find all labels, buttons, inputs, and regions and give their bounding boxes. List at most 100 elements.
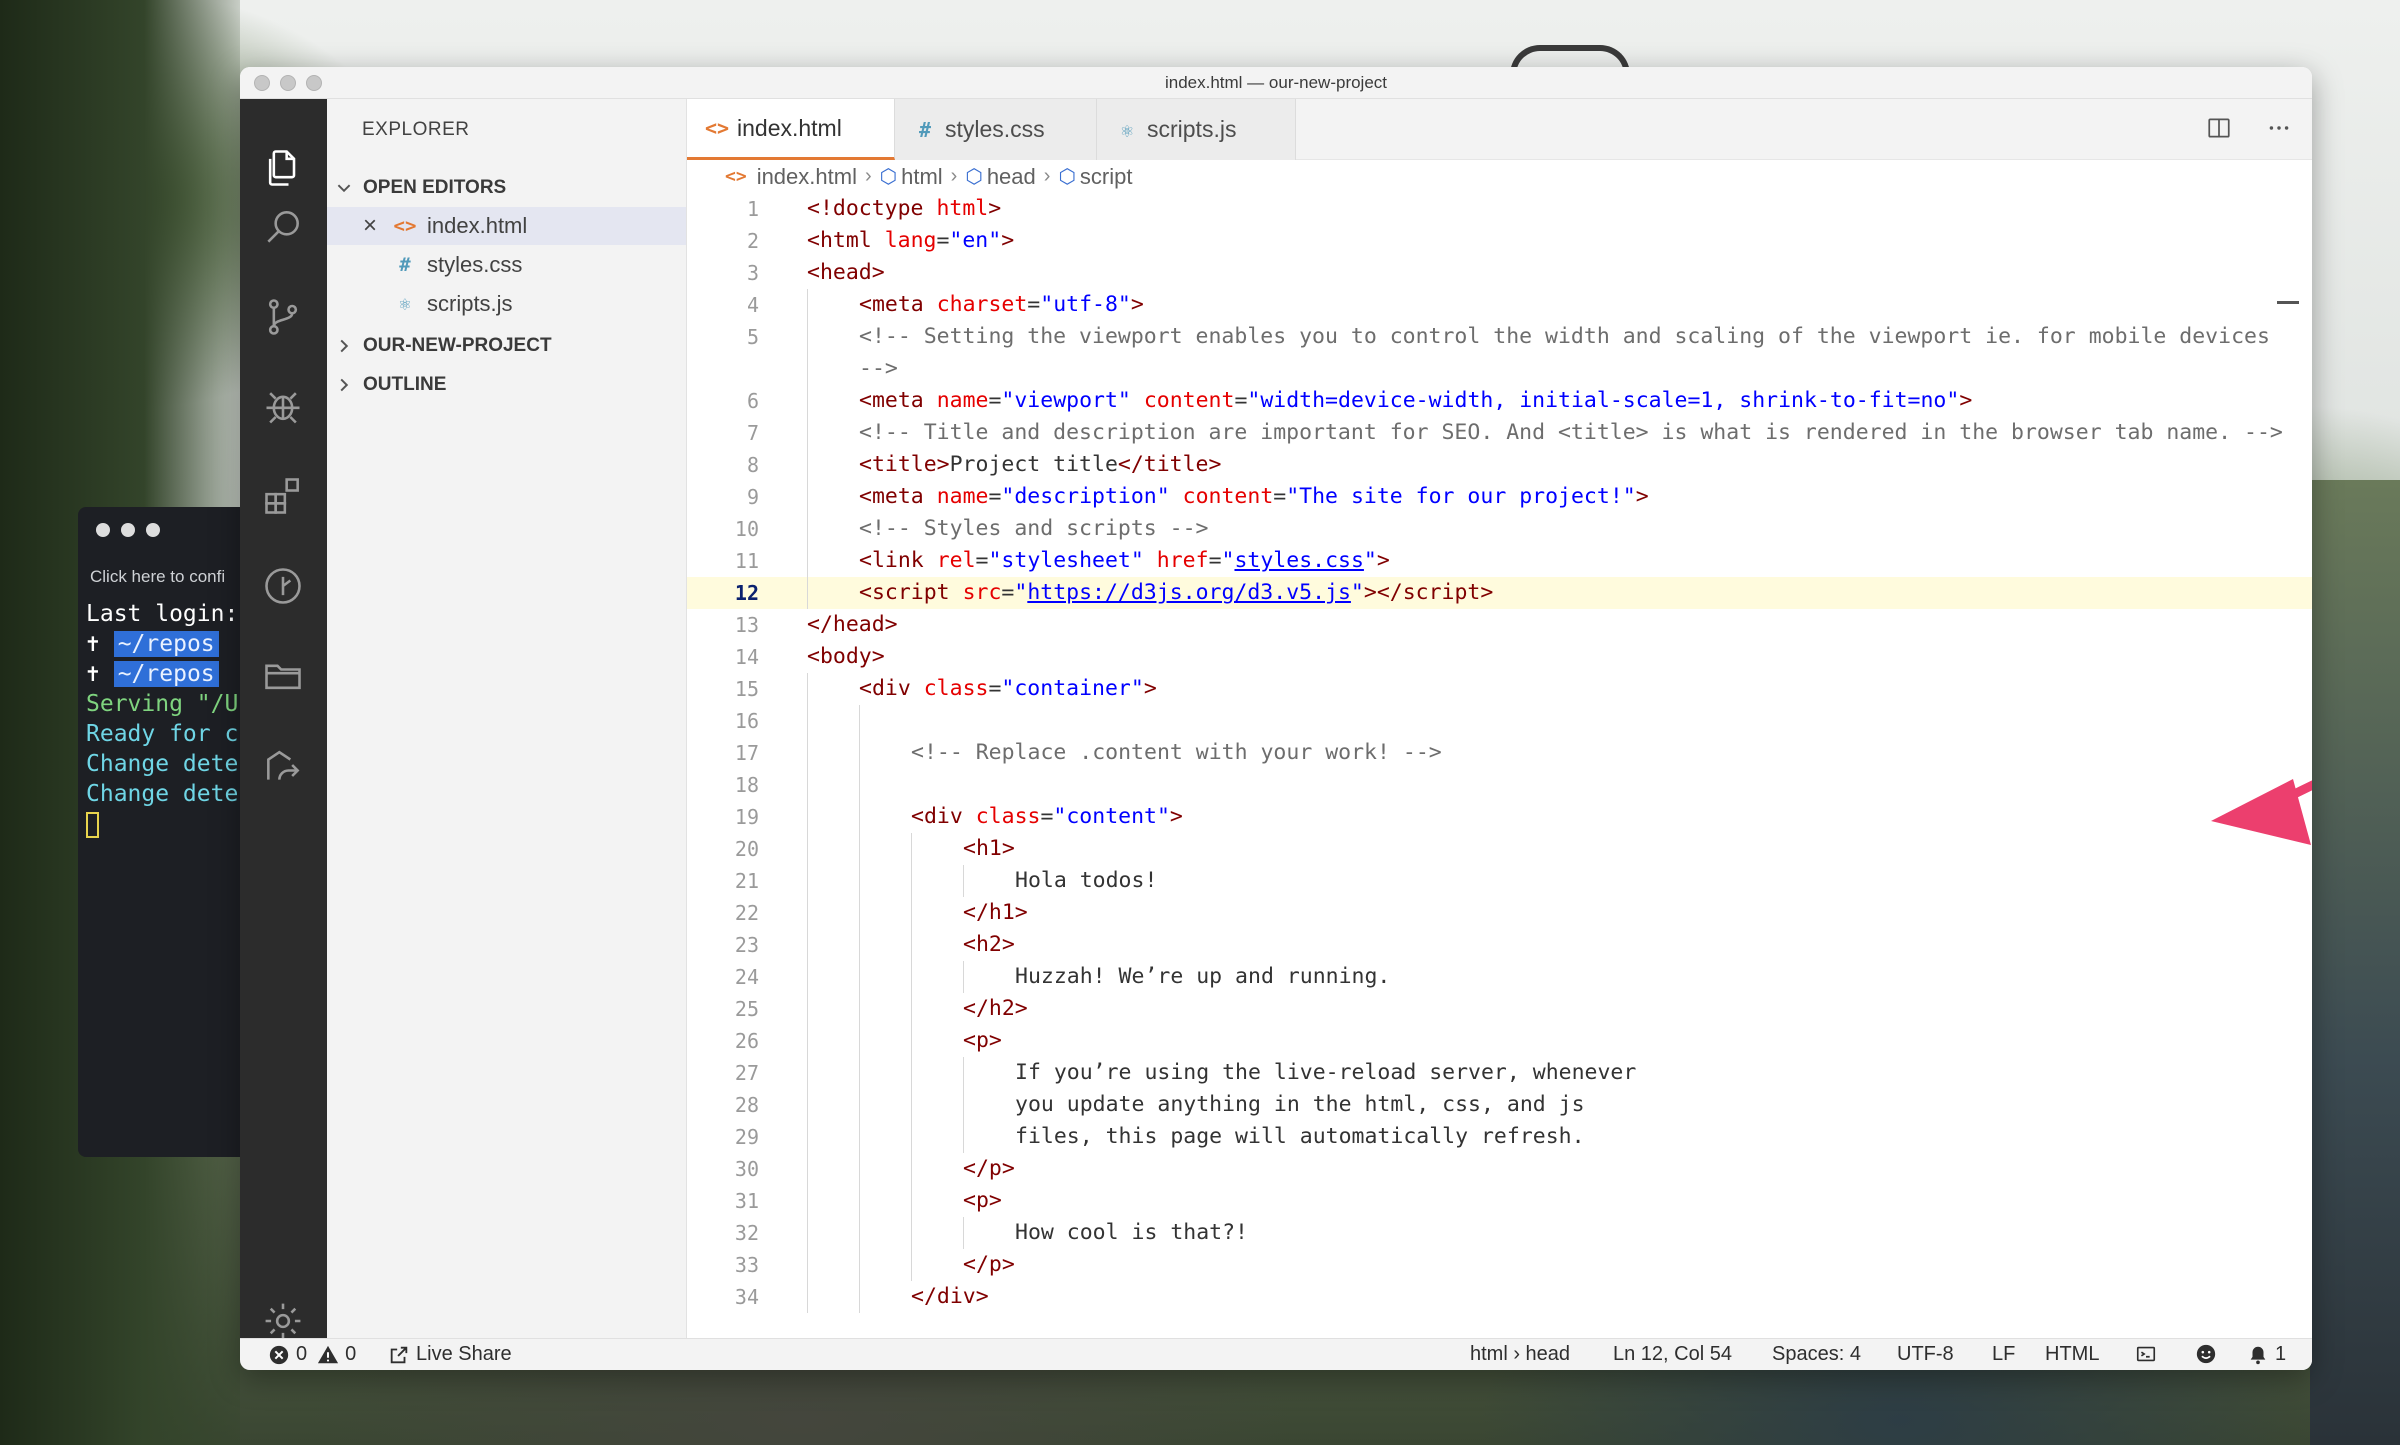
terminal-toggle[interactable] (2135, 1343, 2163, 1365)
folder-icon[interactable] (260, 652, 306, 698)
line-number: 15 (734, 677, 759, 701)
terminal-prompt: ✝ (86, 661, 114, 687)
tab-index-html[interactable]: <> index.html (687, 99, 895, 160)
code-line[interactable]: 17 <!-- Replace .content with your work! … (687, 737, 2312, 769)
terminal-line: Ready for ch (86, 721, 253, 747)
code-line[interactable]: 8 <title>Project title</title> (687, 449, 2312, 481)
editor-tabs: <> index.html # styles.css ⚛ scripts.js (687, 99, 2312, 160)
title-bar[interactable]: index.html — our-new-project (240, 67, 2312, 99)
code-line[interactable]: 31 <p> (687, 1185, 2312, 1217)
problems-indicator[interactable]: 0 0 (268, 1343, 356, 1366)
code-line[interactable]: --> (687, 353, 2312, 385)
tab-scripts-js[interactable]: ⚛ scripts.js (1097, 99, 1296, 160)
status-language[interactable]: HTML (2045, 1343, 2099, 1366)
code-line[interactable]: 5 <!-- Setting the viewport enables you t… (687, 321, 2312, 353)
code-line-current[interactable]: 12 <script src="https://d3js.org/d3.v5.js… (687, 577, 2312, 609)
breadcrumb-script[interactable]: script (1080, 164, 1133, 190)
code-line[interactable]: 15 <div class="container"> (687, 673, 2312, 705)
close-icon[interactable]: × (363, 212, 377, 240)
code-line[interactable]: 24 Huzzah! We’re up and running. (687, 961, 2312, 993)
line-number: 2 (746, 229, 759, 253)
element-cube-icon: ⬡ (1058, 166, 1076, 188)
open-editor-item-styles-css[interactable]: # styles.css (327, 246, 686, 284)
code-line[interactable]: 21 Hola todos! (687, 865, 2312, 897)
outline-section[interactable]: OUTLINE (327, 366, 686, 404)
status-eol[interactable]: LF (1992, 1343, 2015, 1366)
vscode-window[interactable]: index.html — our-new-project EXPLORER OP… (240, 67, 2312, 1370)
live-share-icon[interactable] (260, 742, 306, 788)
terminal-hint[interactable]: Click here to confi (90, 567, 225, 587)
git-history-icon[interactable] (260, 563, 306, 609)
line-number: 20 (734, 837, 759, 861)
code-line[interactable]: 1 <!doctype html> (687, 193, 2312, 225)
split-editor-icon[interactable] (2206, 115, 2232, 141)
notifications-button[interactable]: 1 (2247, 1343, 2286, 1366)
annotation-arrow-icon (2211, 779, 2312, 845)
code-line[interactable]: 19 <div class="content"> (687, 801, 2312, 833)
code-line[interactable]: 30 </p> (687, 1153, 2312, 1185)
line-number: 10 (734, 517, 759, 541)
code-line[interactable]: 28 you update anything in the html, css, … (687, 1089, 2312, 1121)
code-line[interactable]: 25 </h2> (687, 993, 2312, 1025)
code-line[interactable]: 34 </div> (687, 1281, 2312, 1313)
desktop-background-right (2310, 480, 2400, 1445)
code-line[interactable]: 10 <!-- Styles and scripts --> (687, 513, 2312, 545)
status-indentation[interactable]: Spaces: 4 (1772, 1343, 1861, 1366)
line-number: 30 (734, 1157, 759, 1181)
code-line[interactable]: 3 <head> (687, 257, 2312, 289)
code-line[interactable]: 27 If you’re using the live-reload server… (687, 1057, 2312, 1089)
code-line[interactable]: 11 <link rel="stylesheet" href="styles.cs… (687, 545, 2312, 577)
code-line[interactable]: 4 <meta charset="utf-8"> (687, 289, 2312, 321)
code-line[interactable]: 18 (687, 769, 2312, 801)
explorer-title: EXPLORER (362, 119, 470, 140)
code-line[interactable]: 2 <html lang="en"> (687, 225, 2312, 257)
code-line[interactable]: 32 How cool is that?! (687, 1217, 2312, 1249)
code-line[interactable]: 14 <body> (687, 641, 2312, 673)
open-editor-item-scripts-js[interactable]: ⚛ scripts.js (327, 285, 686, 323)
more-actions-icon[interactable] (2266, 115, 2292, 141)
code-editor[interactable]: 1 <!doctype html> 2 <html lang="en"> 3 <hea… (687, 193, 2312, 1338)
feedback-button[interactable] (2195, 1343, 2223, 1365)
tab-label: scripts.js (1147, 116, 1237, 142)
code-line[interactable]: 20 <h1> (687, 833, 2312, 865)
terminal-output: Last login: ✝ ~/repos ✝ ~/repos Serving … (86, 599, 252, 839)
search-icon[interactable] (260, 204, 306, 250)
line-number: 25 (734, 997, 759, 1021)
line-number: 22 (734, 901, 759, 925)
breadcrumb-head[interactable]: head (987, 164, 1036, 190)
status-context[interactable]: html › head (1470, 1343, 1570, 1366)
line-number: 16 (734, 709, 759, 733)
line-number: 12 (734, 581, 759, 605)
code-line[interactable]: 7 <!-- Title and description are importan… (687, 417, 2312, 449)
source-control-icon[interactable] (260, 294, 306, 340)
line-number: 21 (734, 869, 759, 893)
open-editor-item-index-html[interactable]: × <> index.html (327, 207, 686, 245)
code-line[interactable]: 29 files, this page will automatically re… (687, 1121, 2312, 1153)
live-share-button[interactable]: Live Share (388, 1343, 512, 1366)
breadcrumb-file[interactable]: index.html (757, 164, 857, 190)
code-line[interactable]: 23 <h2> (687, 929, 2312, 961)
code-line[interactable]: 22 </h1> (687, 897, 2312, 929)
terminal-path: ~/repos (113, 661, 219, 687)
notification-count: 1 (2275, 1343, 2287, 1365)
status-cursor-position[interactable]: Ln 12, Col 54 (1613, 1343, 1732, 1366)
breadcrumb-html[interactable]: html (901, 164, 943, 190)
extensions-icon[interactable] (260, 473, 306, 519)
open-editors-section[interactable]: OPEN EDITORS (327, 169, 686, 207)
line-number: 11 (734, 549, 759, 573)
line-number: 9 (746, 485, 759, 509)
project-folder-section[interactable]: OUR-NEW-PROJECT (327, 327, 686, 365)
status-encoding[interactable]: UTF-8 (1897, 1343, 1954, 1366)
line-number: 1 (746, 197, 759, 221)
files-icon[interactable] (260, 145, 306, 191)
code-line[interactable]: 26 <p> (687, 1025, 2312, 1057)
code-line[interactable]: 33 </p> (687, 1249, 2312, 1281)
code-line[interactable]: 13 </head> (687, 609, 2312, 641)
debug-icon[interactable] (260, 383, 306, 429)
line-number: 5 (746, 325, 759, 349)
tab-styles-css[interactable]: # styles.css (895, 99, 1097, 160)
code-line[interactable]: 16 (687, 705, 2312, 737)
terminal-icon (2136, 1346, 2156, 1362)
code-line[interactable]: 9 <meta name="description" content="The s… (687, 481, 2312, 513)
code-line[interactable]: 6 <meta name="viewport" content="width=de… (687, 385, 2312, 417)
